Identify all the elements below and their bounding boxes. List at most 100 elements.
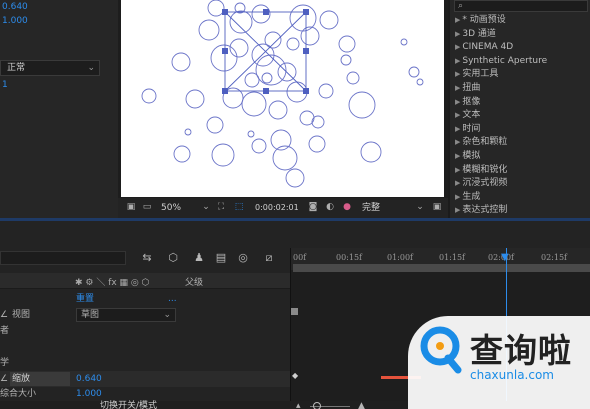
resolution-select[interactable]: 完整 bbox=[362, 201, 380, 215]
ruler-tick-label: 00f bbox=[293, 253, 307, 262]
checkbox-icon[interactable]: ∠ bbox=[0, 307, 8, 323]
effects-category-item[interactable]: ▶ 文本 bbox=[455, 109, 480, 122]
value-second[interactable]: 1.000 bbox=[0, 14, 118, 28]
composition-canvas[interactable] bbox=[121, 0, 444, 197]
graph-editor-icon[interactable]: ⧄ bbox=[262, 251, 276, 265]
stopwatch-icon[interactable]: ∠ bbox=[0, 371, 8, 387]
effects-category-item[interactable]: ▶ 模糊和锐化 bbox=[455, 164, 507, 177]
keyframe-icon[interactable]: ◆ bbox=[292, 371, 298, 380]
expand-triangle-icon: ▶ bbox=[455, 138, 461, 147]
particle-circles bbox=[141, 0, 424, 188]
property-row bbox=[0, 339, 290, 355]
search-icon: ⌕ bbox=[458, 1, 464, 11]
effects-category-label: * 动画预设 bbox=[462, 15, 506, 25]
zoom-slider-thumb[interactable] bbox=[313, 402, 321, 409]
monitor-icon[interactable]: ▭ bbox=[141, 202, 153, 213]
draft-3d-icon[interactable]: ⬡ bbox=[166, 251, 180, 265]
timeline-column-header: ✱ ⚙ ＼ fx ▦ ◎ ⬡ 父级 bbox=[0, 273, 290, 289]
playhead-handle-icon[interactable]: ▼ bbox=[501, 252, 509, 263]
effects-search-input[interactable]: ⌕ bbox=[454, 0, 588, 12]
expand-triangle-icon: ▶ bbox=[455, 192, 461, 201]
effects-category-item[interactable]: ▶ 表达式控制 bbox=[455, 204, 507, 217]
watermark-brand: 查询啦 bbox=[470, 331, 572, 370]
effects-category-label: Synthetic Aperture bbox=[462, 55, 548, 66]
expand-triangle-icon: ▶ bbox=[455, 152, 461, 160]
viewer-toolbar: ▣ ▭ 50% ⌄ ⛶ ⬚ 0:00:02:01 ◙ ◐ ● 完整 ⌄ ▣ bbox=[118, 198, 448, 218]
value-top[interactable]: 0.640 bbox=[0, 0, 118, 14]
toggle-transparency-icon[interactable]: ▣ bbox=[431, 202, 443, 213]
effects-category-item[interactable]: ▶ 实用工具 bbox=[455, 68, 498, 81]
effects-category-item[interactable]: ▶ 生成 bbox=[455, 191, 480, 204]
watermark-url: chaxunla.com bbox=[470, 368, 554, 382]
effects-category-item[interactable]: ▶ 时间 bbox=[455, 123, 480, 136]
expand-triangle-icon: ▶ bbox=[455, 43, 461, 52]
chevron-down-icon: ⌄ bbox=[163, 310, 171, 320]
effects-category-item[interactable]: ▶ 扭曲 bbox=[455, 82, 480, 95]
zoom-in-icon[interactable]: ▲ bbox=[358, 401, 365, 409]
show-snapshot-icon[interactable]: ◐ bbox=[324, 202, 336, 213]
expand-triangle-icon: ▶ bbox=[455, 124, 461, 133]
work-area-bar[interactable] bbox=[293, 264, 590, 272]
view-select-value: 草图 bbox=[81, 310, 100, 320]
effects-category-item[interactable]: ▶ 3D 通道 bbox=[455, 28, 496, 41]
color-channels-icon[interactable]: ● bbox=[341, 202, 353, 213]
frame-blending-icon[interactable]: ▤ bbox=[214, 251, 228, 265]
expand-triangle-icon: ▶ bbox=[455, 97, 461, 106]
effects-category-label: 时间 bbox=[462, 123, 481, 134]
composite-size-value[interactable]: 1.000 bbox=[76, 387, 102, 401]
ruler-tick-label: 01:00f bbox=[387, 253, 414, 262]
property-label: 学 bbox=[0, 358, 10, 368]
layer-marker[interactable] bbox=[291, 308, 298, 315]
effects-category-label: 杂色和颗粒 bbox=[462, 137, 508, 148]
composition-mini-flowchart-icon[interactable]: ⇆ bbox=[140, 251, 154, 265]
effects-category-item[interactable]: ▶ * 动画预设 bbox=[455, 14, 506, 27]
composite-size-row: 综合大小 1.000 bbox=[0, 387, 290, 401]
effects-category-item[interactable]: ▶ Synthetic Aperture bbox=[455, 55, 547, 68]
shy-layers-icon[interactable]: ♟ bbox=[192, 251, 206, 265]
ruler-tick-label: 00:15f bbox=[336, 253, 363, 262]
view-label: 视图 bbox=[12, 310, 31, 320]
chevron-down-icon: ⌄ bbox=[87, 63, 95, 73]
reset-link[interactable]: 重置 bbox=[76, 291, 94, 307]
zoom-select[interactable]: 50% bbox=[161, 201, 181, 215]
expand-triangle-icon: ▶ bbox=[455, 111, 461, 120]
always-preview-icon[interactable]: ▣ bbox=[125, 202, 137, 213]
region-of-interest-icon[interactable]: ⬚ bbox=[233, 202, 245, 213]
effects-category-label: 沉浸式视频 bbox=[462, 178, 508, 189]
toggle-switches-modes-button[interactable]: 切换开关/模式 bbox=[100, 401, 157, 409]
timecode[interactable]: 0:00:02:01 bbox=[255, 201, 299, 215]
expand-triangle-icon: ▶ bbox=[455, 206, 461, 215]
timeline-search-input[interactable] bbox=[0, 251, 126, 265]
effects-category-item[interactable]: ▶ 抠像 bbox=[455, 96, 480, 109]
view-select[interactable]: 草图 ⌄ bbox=[76, 308, 176, 322]
effects-category-label: 3D 通道 bbox=[462, 28, 496, 39]
ruler-tick-label: 02:15f bbox=[541, 253, 568, 262]
value-small[interactable]: 1 bbox=[0, 78, 118, 92]
effects-category-item[interactable]: ▶ 沉浸式视频 bbox=[455, 177, 507, 190]
scale-value[interactable]: 0.640 bbox=[76, 371, 102, 387]
camera-icon[interactable]: ◙ bbox=[307, 202, 319, 213]
parent-column-label: 父级 bbox=[185, 278, 204, 288]
ruler-tick-label: 01:15f bbox=[439, 253, 466, 262]
chevron-down-icon[interactable]: ⌄ bbox=[200, 202, 212, 213]
effects-category-label: 实用工具 bbox=[462, 69, 499, 80]
expand-triangle-icon: ▶ bbox=[455, 56, 461, 65]
motion-blur-icon[interactable]: ◎ bbox=[236, 251, 250, 265]
blend-mode-select[interactable]: 正常 ⌄ bbox=[0, 60, 100, 76]
property-row: 者 bbox=[0, 323, 290, 339]
fit-frame-icon[interactable]: ⛶ bbox=[215, 202, 227, 213]
effects-category-item[interactable]: ▶ 杂色和颗粒 bbox=[455, 136, 507, 149]
effects-category-item[interactable]: ▶ CINEMA 4D bbox=[455, 41, 513, 54]
scale-row[interactable]: ∠ 缩放 0.640 bbox=[0, 371, 290, 387]
watermark: 查询啦 chaxunla.com bbox=[408, 316, 590, 409]
zoom-out-icon[interactable]: ▴ bbox=[296, 401, 301, 409]
chevron-down-icon[interactable]: ⌄ bbox=[414, 202, 426, 213]
effects-presets-panel: ⌕ ▶ * 动画预设 ▶ 3D 通道 ▶ CINEMA 4D ▶ Synthetic Aper… bbox=[448, 0, 590, 218]
more-link[interactable]: ... bbox=[168, 291, 177, 307]
reset-row: 重置 ... bbox=[0, 291, 290, 307]
composition-viewer: ▣ ▭ 50% ⌄ ⛶ ⬚ 0:00:02:01 ◙ ◐ ● 完整 ⌄ ▣ bbox=[118, 0, 448, 218]
effects-category-item[interactable]: ▶ 模拟 bbox=[455, 150, 480, 163]
time-ruler[interactable]: 00f 00:15f 01:00f 01:15f 02:00f 02:15f bbox=[291, 248, 590, 272]
effects-category-label: 生成 bbox=[462, 191, 481, 202]
effect-controls-panel: 0.640 1.000 正常 ⌄ 1 bbox=[0, 0, 118, 218]
